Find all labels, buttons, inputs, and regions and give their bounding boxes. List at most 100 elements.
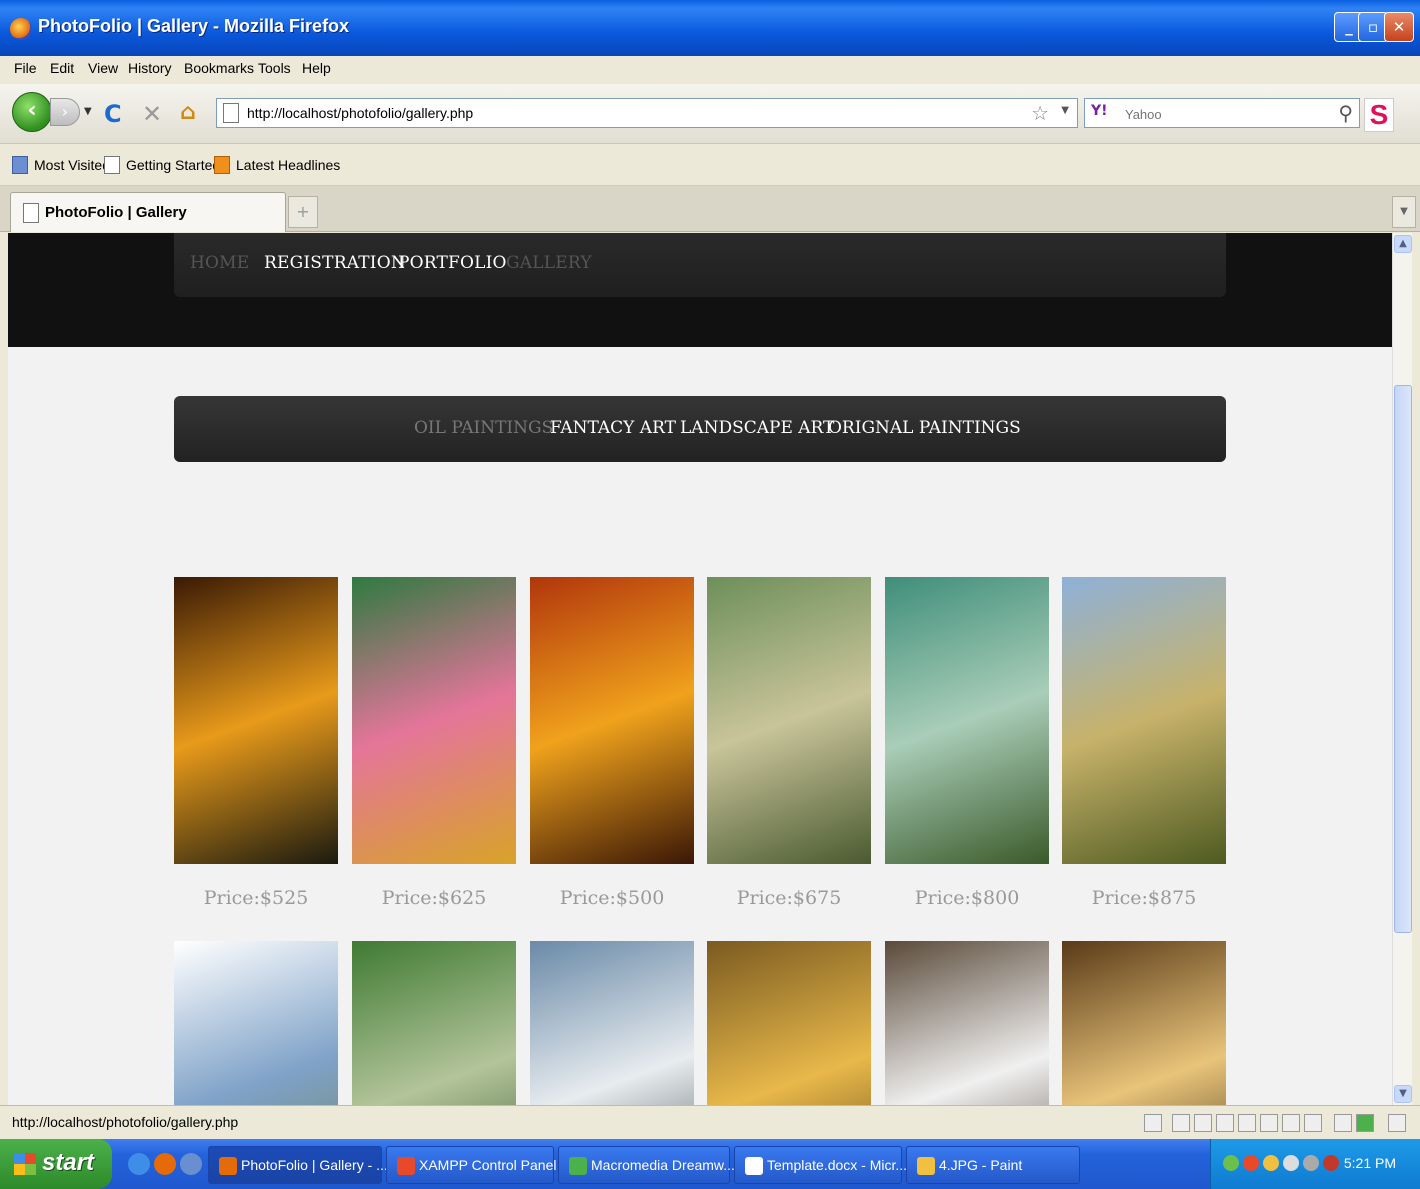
navigation-toolbar: ‹ › ▼ C ✕ ⌂ ☆ ▼ Y! ⚲ (0, 84, 1420, 144)
menu-view[interactable]: View (88, 60, 118, 76)
menu-file[interactable]: File (14, 60, 37, 76)
ie-quicklaunch-icon[interactable] (128, 1153, 150, 1175)
tab-title: PhotoFolio | Gallery (45, 204, 187, 221)
close-button[interactable]: ✕ (1384, 12, 1414, 42)
history-dropdown-icon[interactable]: ▼ (84, 106, 92, 117)
status-green-icon[interactable] (1356, 1114, 1374, 1132)
tray-icon[interactable] (1243, 1155, 1259, 1171)
bookmark-most-visited[interactable]: Most Visited (34, 157, 110, 173)
tray-icon[interactable] (1283, 1155, 1299, 1171)
tray-icon[interactable] (1223, 1155, 1239, 1171)
addon-s-icon[interactable]: S (1364, 98, 1394, 132)
resize-grip-icon[interactable] (1388, 1114, 1406, 1132)
status-text: http://localhost/photofolio/gallery.php (12, 1114, 239, 1130)
task-macromedia-dreamweaver[interactable]: Macromedia Dreamw... (558, 1146, 735, 1184)
scroll-up-icon[interactable]: ▲ (1394, 235, 1412, 253)
bookmark-getting-started[interactable]: Getting Started (126, 157, 220, 173)
nav-registration[interactable]: REGISTRATION (264, 253, 406, 273)
scrollbar-thumb[interactable] (1394, 385, 1412, 933)
status-bar: http://localhost/photofolio/gallery.php (0, 1105, 1420, 1139)
tray-icon[interactable] (1323, 1155, 1339, 1171)
menu-bar: File Edit View History Bookmarks Tools H… (0, 56, 1420, 84)
task-paint-icon (917, 1157, 935, 1175)
task-xampp-icon (397, 1157, 415, 1175)
status-tools-icon[interactable] (1334, 1114, 1352, 1132)
quicklaunch-icon[interactable] (180, 1153, 202, 1175)
tab-list-dropdown-icon[interactable]: ▼ (1392, 196, 1416, 228)
start-button[interactable]: start (0, 1139, 112, 1189)
tab-photofolio-gallery[interactable]: PhotoFolio | Gallery (10, 192, 286, 232)
task-photofolio-firefox[interactable]: PhotoFolio | Gallery - ... (208, 1146, 388, 1184)
gallery-painting[interactable] (707, 941, 871, 1105)
status-addon-icon[interactable] (1282, 1114, 1300, 1132)
category-fantacy-art[interactable]: FANTACY ART (550, 418, 676, 438)
status-addon-icon[interactable] (1260, 1114, 1278, 1132)
task-xampp-control-panel[interactable]: XAMPP Control Panel ... (386, 1146, 572, 1184)
firefox-icon (10, 18, 32, 40)
getting-started-page-icon (104, 156, 120, 174)
site-header: HOME REGISTRATION PORTFOLIO GALLERY (8, 233, 1392, 347)
gallery-painting[interactable] (885, 941, 1049, 1105)
category-landscape-art[interactable]: LANDSCAPE ART (680, 418, 834, 438)
gallery-painting[interactable] (352, 941, 516, 1105)
status-addon-icon[interactable] (1172, 1114, 1190, 1132)
gallery-painting[interactable] (530, 577, 694, 864)
menu-history[interactable]: History (128, 60, 172, 76)
nav-portfolio[interactable]: PORTFOLIO (398, 253, 507, 273)
gallery-painting[interactable] (885, 577, 1049, 864)
gallery-painting[interactable] (707, 577, 871, 864)
gallery-painting[interactable] (1062, 941, 1226, 1105)
forward-button[interactable]: › (50, 98, 80, 126)
gallery-painting[interactable] (174, 941, 338, 1105)
site-main-nav: HOME REGISTRATION PORTFOLIO GALLERY (174, 233, 1226, 297)
menu-edit[interactable]: Edit (50, 60, 74, 76)
task-label: Macromedia Dreamw... (591, 1157, 735, 1173)
url-input[interactable] (247, 103, 1027, 123)
vertical-scrollbar[interactable]: ▲ ▼ (1392, 233, 1412, 1105)
firefox-quicklaunch-icon[interactable] (154, 1153, 176, 1175)
most-visited-icon (12, 156, 28, 174)
url-dropdown-icon[interactable]: ▼ (1061, 105, 1069, 116)
task-paint[interactable]: 4.JPG - Paint (906, 1146, 1080, 1184)
gallery-painting[interactable] (530, 941, 694, 1105)
status-addon-icon[interactable] (1304, 1114, 1322, 1132)
price-label: Price:$500 (559, 887, 665, 909)
gallery-painting[interactable] (352, 577, 516, 864)
search-input[interactable] (1125, 104, 1325, 124)
bookmark-star-icon[interactable]: ☆ (1031, 101, 1049, 125)
status-page-icon[interactable] (1144, 1114, 1162, 1132)
nav-home[interactable]: HOME (190, 253, 249, 273)
menu-bookmarks[interactable]: Bookmarks (184, 60, 254, 76)
firefox-window: PhotoFolio | Gallery - Mozilla Firefox _… (0, 0, 1420, 1189)
nav-gallery[interactable]: GALLERY (506, 253, 592, 273)
price-label: Price:$675 (736, 887, 842, 909)
gallery-painting[interactable] (174, 577, 338, 864)
gallery-painting[interactable] (1062, 577, 1226, 864)
task-word-template[interactable]: Template.docx - Micr... (734, 1146, 907, 1184)
menu-tools[interactable]: Tools (258, 60, 291, 76)
task-dreamweaver-icon (569, 1157, 587, 1175)
status-addon-icon[interactable] (1238, 1114, 1256, 1132)
search-bar[interactable]: Y! ⚲ (1084, 98, 1360, 128)
scroll-down-icon[interactable]: ▼ (1394, 1085, 1412, 1103)
yahoo-search-engine-icon[interactable]: Y! (1091, 103, 1123, 123)
tab-page-icon (23, 203, 39, 223)
back-button[interactable]: ‹ (12, 92, 52, 132)
home-icon[interactable]: ⌂ (180, 100, 196, 125)
bookmark-latest-headlines[interactable]: Latest Headlines (236, 157, 340, 173)
search-magnifier-icon[interactable]: ⚲ (1338, 101, 1353, 125)
category-oil-paintings[interactable]: OIL PAINTINGS (414, 418, 553, 438)
category-orignal-paintings[interactable]: ORIGNAL PAINTINGS (828, 418, 1021, 438)
new-tab-button[interactable]: + (288, 196, 318, 228)
status-addon-icon[interactable] (1216, 1114, 1234, 1132)
stop-icon[interactable]: ✕ (142, 100, 162, 128)
menu-help[interactable]: Help (302, 60, 331, 76)
address-bar[interactable]: ☆ ▼ (216, 98, 1078, 128)
start-label: start (42, 1149, 95, 1176)
tray-icon[interactable] (1263, 1155, 1279, 1171)
task-word-icon (745, 1157, 763, 1175)
status-addon-icon[interactable] (1194, 1114, 1212, 1132)
category-nav: OIL PAINTINGS FANTACY ART LANDSCAPE ART … (174, 396, 1226, 462)
reload-icon[interactable]: C (104, 100, 122, 128)
tray-icon[interactable] (1303, 1155, 1319, 1171)
